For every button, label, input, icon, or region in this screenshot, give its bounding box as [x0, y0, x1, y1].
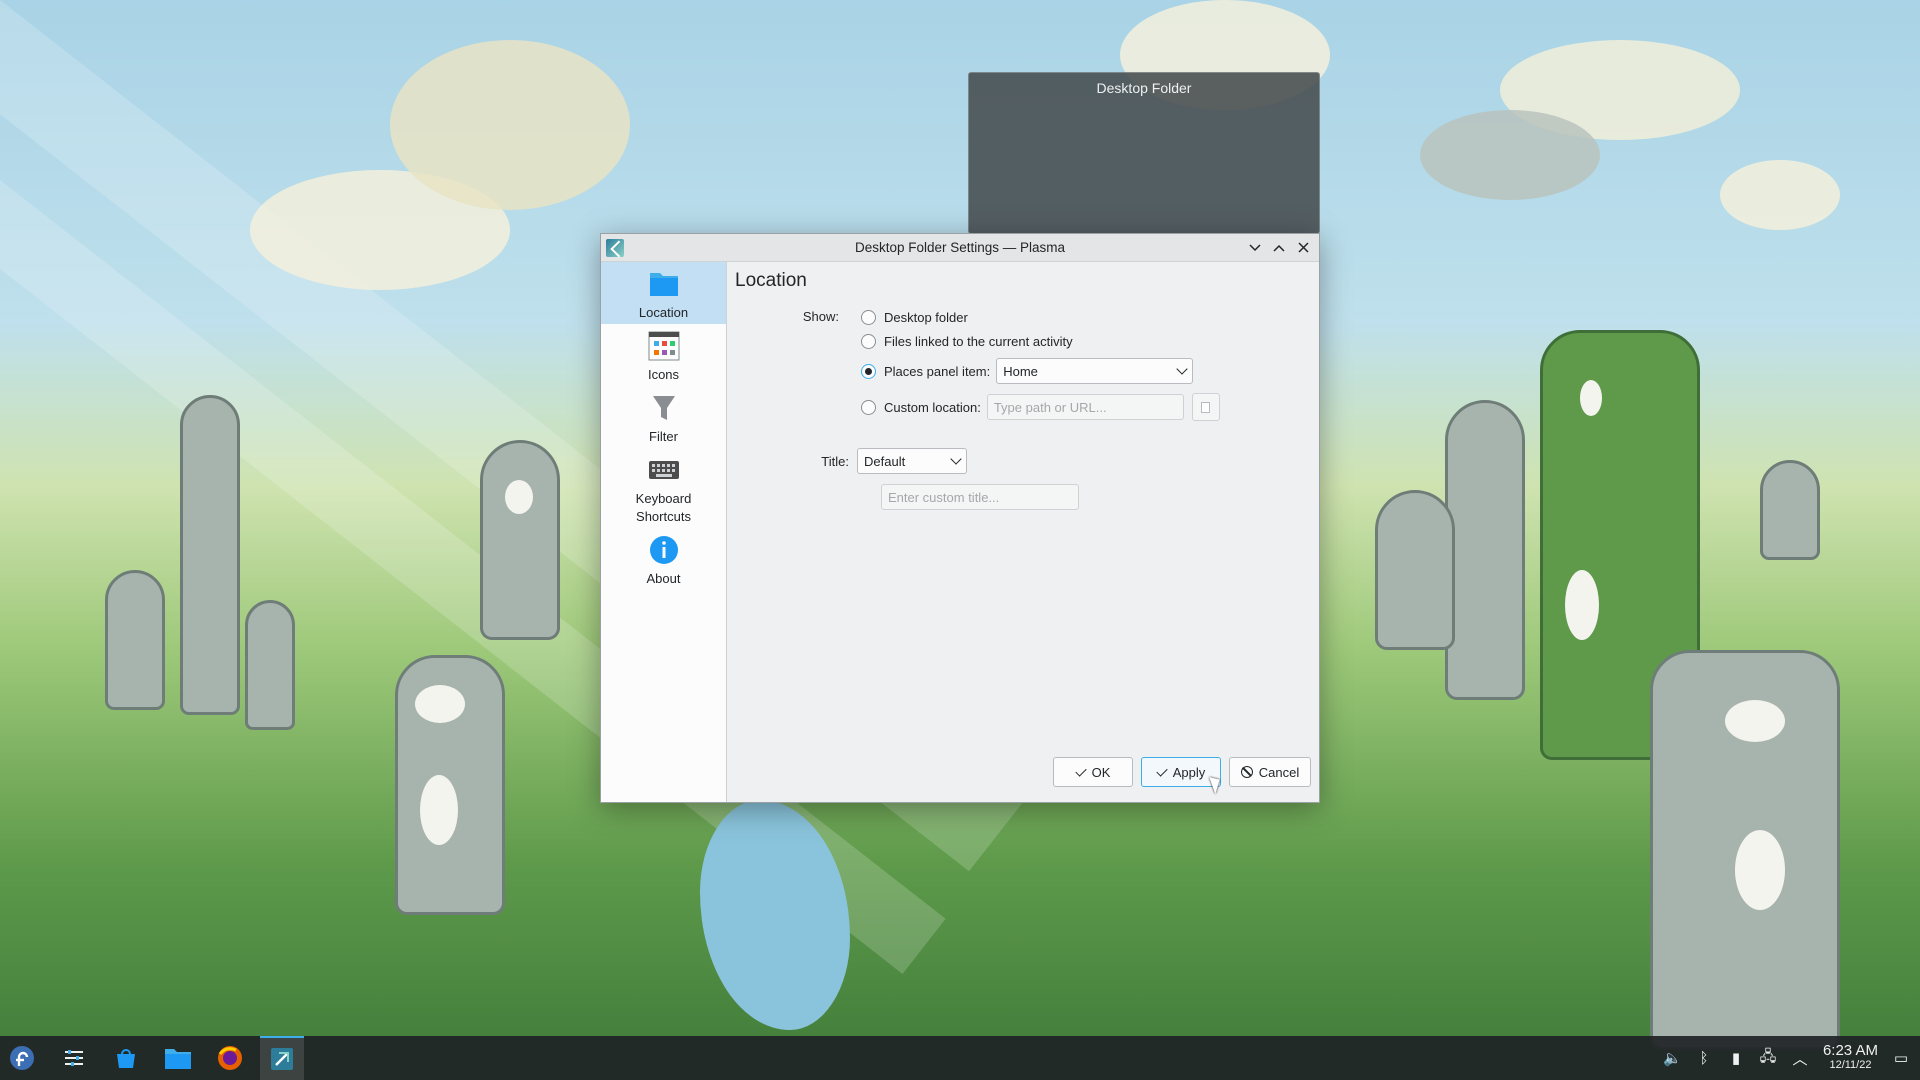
folder-icon: [648, 268, 680, 300]
cancel-label: Cancel: [1258, 764, 1300, 780]
maximize-icon[interactable]: [1269, 238, 1289, 258]
option-label: Custom location:: [884, 399, 981, 415]
custom-title-input[interactable]: Enter custom title...: [881, 484, 1079, 510]
option-label: Desktop folder: [884, 309, 968, 325]
pager-button[interactable]: [52, 1036, 96, 1080]
sidebar-label: Icons: [647, 367, 680, 382]
custom-location-input[interactable]: Type path or URL...: [986, 394, 1184, 420]
check-icon: [1074, 764, 1087, 777]
removable-devices-icon[interactable]: ▮: [1727, 1049, 1745, 1067]
settings-content: Location Show: Desktop folder Files link…: [727, 262, 1319, 802]
clock-time: 6:23 AM: [1822, 1042, 1878, 1059]
settings-sliders-icon: [65, 1050, 83, 1066]
window-title: Desktop Folder Settings — Plasma: [854, 240, 1066, 255]
sidebar-label: Location: [638, 305, 689, 320]
chevron-down-icon: [1176, 363, 1188, 375]
info-icon: [648, 534, 680, 566]
cancel-button[interactable]: Cancel: [1229, 757, 1311, 787]
radio-desktop-folder[interactable]: [861, 309, 876, 325]
taskbar: 🔈 ᛒ ▮ 🖧 ︿ 6:23 AM 12/11/22 ▭: [0, 1036, 1920, 1080]
sidebar-item-filter[interactable]: Filter: [601, 386, 726, 448]
plasma-settings-task[interactable]: [260, 1036, 304, 1080]
widget-title: Desktop Folder: [1096, 80, 1192, 96]
option-files-linked[interactable]: Files linked to the current activity: [861, 329, 1073, 353]
document-open-icon: [1201, 401, 1211, 413]
keyboard-icon: [648, 454, 680, 486]
ok-label: OK: [1091, 764, 1111, 780]
radio-places-panel[interactable]: [861, 363, 876, 379]
places-combo-value: Home: [1003, 363, 1038, 379]
sidebar-item-location[interactable]: Location: [601, 262, 726, 324]
browse-button[interactable]: [1191, 393, 1220, 421]
filter-icon: [648, 392, 680, 424]
option-label: Files linked to the current activity: [884, 333, 1073, 349]
plasma-settings-icon: [271, 1048, 293, 1070]
sidebar-item-about[interactable]: About: [601, 528, 726, 590]
radio-files-linked[interactable]: [861, 333, 876, 349]
title-combo-value: Default: [864, 453, 906, 469]
page-title: Location: [735, 270, 807, 291]
bluetooth-icon[interactable]: ᛒ: [1695, 1050, 1713, 1067]
close-icon[interactable]: [1293, 238, 1313, 258]
custom-title-placeholder: Enter custom title...: [888, 489, 1000, 505]
title-combo[interactable]: Default: [857, 448, 967, 474]
option-label: Places panel item:: [884, 363, 991, 379]
sidebar-label: Filter: [649, 429, 678, 444]
store-icon: [117, 1049, 135, 1068]
sidebar-item-icons[interactable]: Icons: [601, 324, 726, 386]
chevron-up-icon[interactable]: ︿: [1791, 1048, 1809, 1069]
clock-date: 12/11/22: [1829, 1059, 1872, 1071]
title-bar[interactable]: Desktop Folder Settings — Plasma: [601, 234, 1319, 262]
title-label: Title:: [821, 454, 849, 469]
chevron-down-icon: [950, 453, 962, 465]
plasma-app-icon[interactable]: [606, 238, 624, 257]
discover-button[interactable]: [104, 1036, 148, 1080]
ok-button[interactable]: OK: [1053, 757, 1133, 787]
desktop-folder-widget[interactable]: Desktop Folder: [968, 72, 1320, 234]
apply-button[interactable]: Apply: [1141, 757, 1221, 787]
settings-dialog: Desktop Folder Settings — Plasma Locatio…: [600, 233, 1320, 803]
show-label: Show:: [802, 309, 839, 324]
radio-custom-location[interactable]: [861, 399, 876, 415]
option-desktop-folder[interactable]: Desktop folder: [861, 305, 968, 329]
apply-label: Apply: [1172, 764, 1206, 780]
cancel-icon: [1240, 766, 1253, 778]
show-desktop-icon[interactable]: ▭: [1892, 1049, 1910, 1067]
sidebar-label: About: [646, 571, 681, 586]
minimize-icon[interactable]: [1245, 238, 1265, 258]
option-custom-location[interactable]: Custom location: Type path or URL...: [861, 393, 1220, 421]
volume-icon[interactable]: 🔈: [1663, 1049, 1682, 1067]
sidebar-item-keyboard-shortcuts[interactable]: Keyboard Shortcuts: [601, 448, 726, 528]
settings-sidebar: Location Icons Filter Keyboard Shortcuts: [601, 262, 727, 802]
custom-location-placeholder: Type path or URL...: [993, 399, 1107, 415]
file-manager-icon: [165, 1049, 191, 1069]
option-places-panel[interactable]: Places panel item: Home: [861, 358, 1194, 384]
firefox-icon: [218, 1046, 242, 1070]
fedora-icon: [10, 1046, 34, 1070]
places-combo[interactable]: Home: [996, 358, 1194, 384]
sidebar-label: Keyboard Shortcuts: [635, 491, 692, 524]
app-launcher-button[interactable]: [0, 1036, 44, 1080]
check-icon: [1156, 764, 1168, 777]
dolphin-button[interactable]: [156, 1036, 200, 1080]
icons-grid-icon: [648, 330, 680, 362]
system-tray: 🔈 ᛒ ▮ 🖧 ︿ 6:23 AM 12/11/22 ▭: [1663, 1043, 1920, 1073]
network-icon[interactable]: 🖧: [1759, 1046, 1777, 1071]
firefox-button[interactable]: [208, 1036, 252, 1080]
digital-clock[interactable]: 6:23 AM 12/11/22: [1823, 1043, 1878, 1073]
